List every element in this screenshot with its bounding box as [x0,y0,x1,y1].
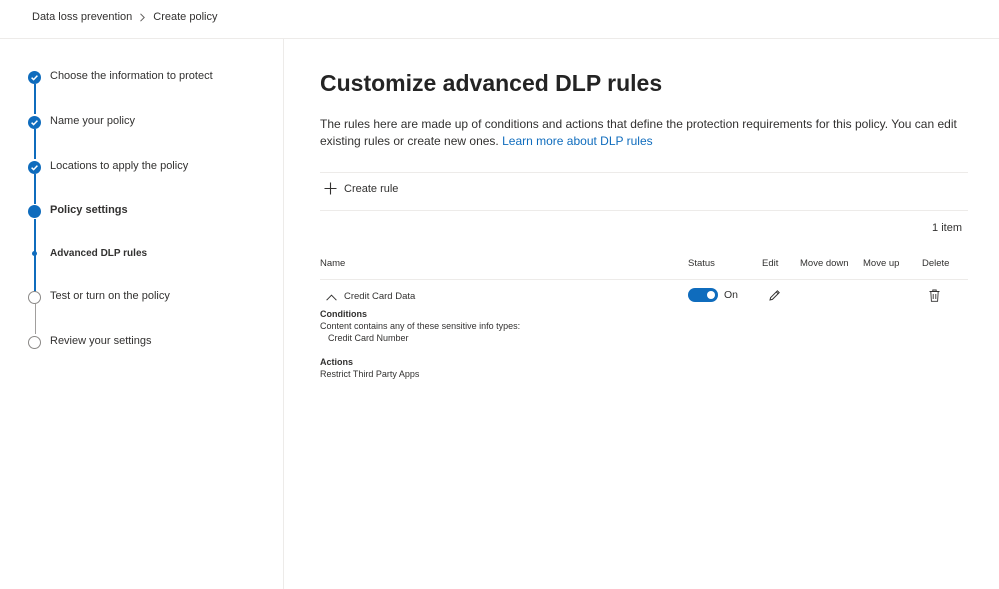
edit-icon[interactable] [768,289,781,302]
breadcrumb: Data loss prevention Create policy [32,11,217,23]
learn-more-link[interactable]: Learn more about DLP rules [502,134,653,148]
check-icon [28,116,41,129]
chevron-right-icon [139,12,146,22]
table-header-divider [320,279,968,280]
column-header-delete[interactable]: Delete [922,258,949,269]
command-bar-divider-top [320,172,968,173]
wizard-step-label: Locations to apply the policy [50,160,189,172]
conditions-item: Credit Card Number [328,333,409,343]
toggle-knob [707,291,715,299]
step-connector [34,219,36,295]
check-icon [28,161,41,174]
step-connector [34,304,36,334]
column-header-edit[interactable]: Edit [762,258,778,269]
rule-name: Credit Card Data [344,291,416,302]
step-connector [34,84,36,114]
current-step-indicator [28,205,41,218]
create-rule-label: Create rule [344,182,399,195]
chevron-up-icon [326,293,337,301]
rule-status-label: On [724,289,739,301]
step-connector [34,129,36,159]
breadcrumb-create-policy: Create policy [153,11,218,23]
wizard-step-label: Name your policy [50,115,135,127]
conditions-text: Content contains any of these sensitive … [320,321,521,331]
breadcrumb-data-loss-prevention[interactable]: Data loss prevention [32,11,132,23]
wizard-steps: Choose the information to protect Name y… [0,39,283,589]
actions-heading: Actions [320,357,354,367]
column-header-move-up[interactable]: Move up [863,258,899,269]
wizard-step-label: Choose the information to protect [50,70,213,82]
wizard-divider [283,39,284,589]
rule-status-toggle[interactable] [688,288,718,302]
page-title: Customize advanced DLP rules [320,70,663,96]
column-header-status[interactable]: Status [688,258,715,269]
step-connector [34,174,36,204]
wizard-step-label: Advanced DLP rules [50,248,148,259]
item-count: 1 item [932,222,962,234]
rule-expand-toggle[interactable]: Credit Card Data [326,291,415,302]
pending-step-indicator [28,336,41,349]
check-icon [28,71,41,84]
create-rule-button[interactable]: Create rule [324,182,398,195]
column-header-name[interactable]: Name [320,258,345,269]
pending-step-indicator [28,291,41,304]
conditions-heading: Conditions [320,309,367,319]
wizard-step-label: Test or turn on the policy [50,290,170,302]
wizard-step-label: Review your settings [50,335,152,347]
column-header-move-down[interactable]: Move down [800,258,849,269]
command-bar-divider-bottom [320,210,968,211]
delete-icon[interactable] [929,289,940,302]
plus-icon [324,182,337,195]
actions-text: Restrict Third Party Apps [320,369,420,379]
wizard-step-label: Policy settings [50,204,128,216]
substep-dot [32,251,37,256]
page-description: The rules here are made up of conditions… [320,116,968,150]
